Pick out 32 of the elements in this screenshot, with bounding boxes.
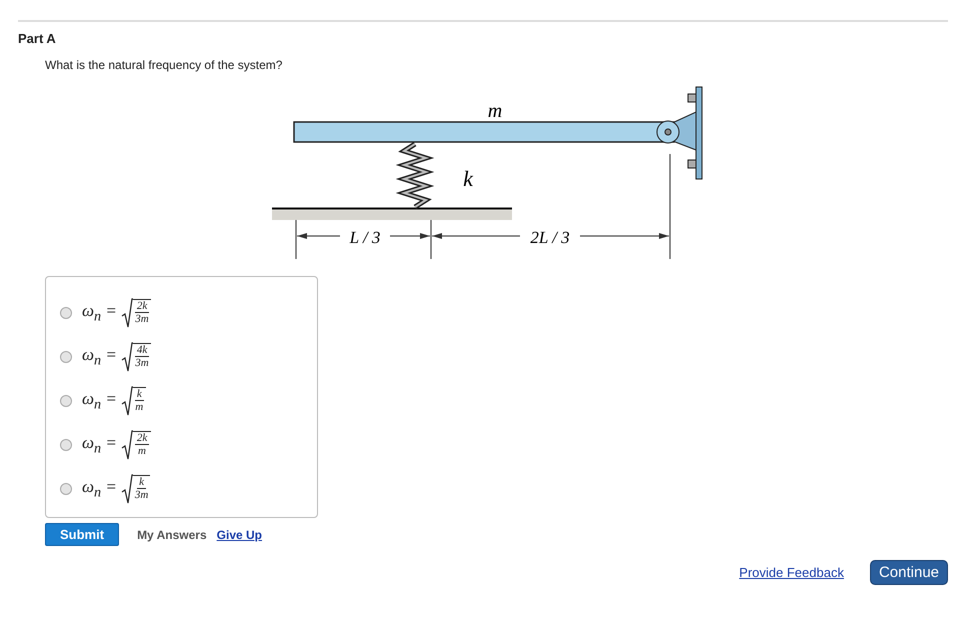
submit-button[interactable]: Submit: [45, 523, 120, 546]
radio-button[interactable]: [60, 307, 72, 319]
formula-lhs: ω$_{n}$ =: [82, 344, 117, 370]
fraction: 2k m: [132, 431, 152, 457]
formula-lhs: ω$_{n}$ =: [82, 300, 117, 326]
formula-lhs: ω$_{n}$ =: [82, 432, 117, 458]
radio-button[interactable]: [60, 439, 72, 451]
give-up-link[interactable]: Give Up: [216, 528, 262, 542]
fraction: k m: [132, 387, 146, 413]
spring-drawing: [396, 142, 434, 210]
part-title: Part A: [18, 31, 57, 46]
mass-label: m: [488, 100, 502, 122]
radical-icon: [120, 474, 133, 504]
radio-button[interactable]: [60, 351, 72, 363]
fraction: k 3m: [132, 475, 150, 501]
radical-icon: [120, 386, 133, 416]
feedback-link[interactable]: Provide Feedback: [739, 565, 844, 580]
formula-lhs: ω$_{n}$ =: [82, 388, 117, 414]
stiffness-label: k: [463, 166, 473, 191]
radical-icon: [120, 298, 133, 328]
fraction: 4k 3m: [132, 343, 152, 369]
radio-button[interactable]: [60, 395, 72, 407]
formula-lhs: ω$_{n}$ =: [82, 476, 117, 502]
radio-button[interactable]: [60, 483, 72, 495]
fraction: 2k 3m: [132, 299, 152, 325]
my-answers-link[interactable]: My Answers: [137, 528, 207, 542]
question-text: What is the natural frequency of the system?: [45, 58, 284, 72]
radical-icon: [120, 430, 133, 460]
span-label: 2L / 3: [530, 228, 570, 247]
radical-icon: [120, 342, 133, 372]
continue-button[interactable]: Continue: [870, 560, 948, 585]
span-label: L / 3: [350, 228, 380, 247]
